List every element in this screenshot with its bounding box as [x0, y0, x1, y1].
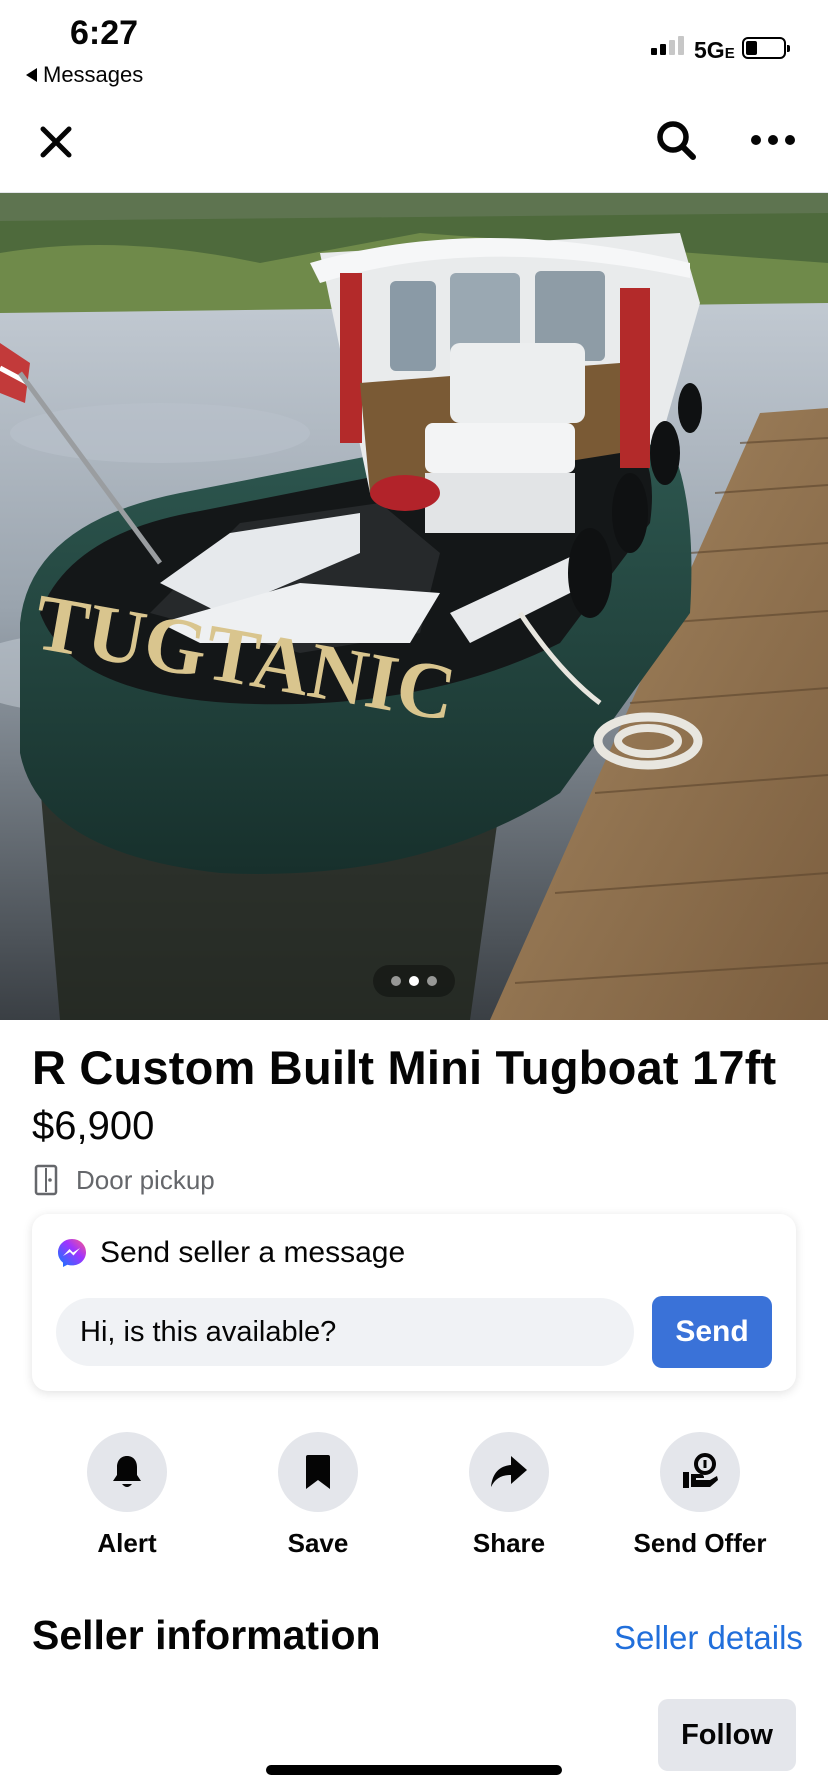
- listing-price: $6,900: [32, 1104, 155, 1148]
- save-button[interactable]: Save: [228, 1432, 408, 1559]
- seller-info-heading: Seller information: [32, 1612, 381, 1658]
- search-icon: [657, 121, 696, 160]
- send-offer-button[interactable]: Send Offer: [610, 1432, 790, 1559]
- back-to-messages[interactable]: Messages: [26, 62, 143, 88]
- share-circle[interactable]: [469, 1432, 549, 1512]
- more-options-button[interactable]: [742, 114, 804, 166]
- message-input[interactable]: [56, 1298, 634, 1366]
- pickup-info: Door pickup: [34, 1164, 215, 1196]
- listing-photo[interactable]: TUGTANIC: [0, 193, 828, 1020]
- follow-button[interactable]: Follow: [658, 1699, 796, 1771]
- bookmark-icon: [306, 1455, 330, 1489]
- pager-dot-active[interactable]: [409, 976, 419, 986]
- message-card-title: Send seller a message: [100, 1236, 406, 1269]
- alert-button[interactable]: Alert: [37, 1432, 217, 1559]
- share-arrow-icon: [491, 1456, 527, 1487]
- send-offer-circle[interactable]: [660, 1432, 740, 1512]
- status-time: 6:27: [70, 14, 139, 52]
- messenger-icon: [58, 1239, 86, 1267]
- network-label: 5G: [694, 37, 725, 63]
- save-label: Save: [287, 1528, 349, 1558]
- back-arrow-icon: [26, 68, 37, 82]
- door-icon: [34, 1164, 58, 1196]
- message-card-header: Send seller a message: [56, 1236, 405, 1270]
- share-button[interactable]: Share: [419, 1432, 599, 1559]
- pickup-label: Door pickup: [76, 1164, 215, 1195]
- listing-title: R Custom Built Mini Tugboat 17ft: [32, 1041, 777, 1094]
- search-button[interactable]: [650, 114, 702, 166]
- seller-details-link[interactable]: Seller details: [614, 1619, 803, 1657]
- offer-icon: [683, 1453, 718, 1488]
- signal-icon: [651, 36, 684, 55]
- photo-pager[interactable]: [373, 965, 455, 997]
- alert-label: Alert: [97, 1528, 157, 1558]
- pager-dot[interactable]: [427, 976, 437, 986]
- alert-circle[interactable]: [87, 1432, 167, 1512]
- send-offer-label: Send Offer: [633, 1528, 767, 1558]
- close-button[interactable]: [30, 116, 82, 168]
- message-card: Send seller a message Send: [32, 1214, 796, 1391]
- bell-icon: [113, 1456, 141, 1487]
- close-icon: [40, 126, 72, 158]
- back-label: Messages: [43, 62, 144, 87]
- send-button[interactable]: Send: [652, 1296, 772, 1368]
- more-icon: [751, 135, 795, 145]
- network-indicator: 5GE: [694, 37, 735, 64]
- save-circle[interactable]: [278, 1432, 358, 1512]
- home-indicator[interactable]: [266, 1765, 562, 1775]
- tugboat-photo: TUGTANIC: [0, 193, 828, 1020]
- share-label: Share: [472, 1528, 546, 1558]
- pager-dot[interactable]: [391, 976, 401, 986]
- network-suffix: E: [724, 45, 735, 62]
- battery-icon: [742, 37, 790, 59]
